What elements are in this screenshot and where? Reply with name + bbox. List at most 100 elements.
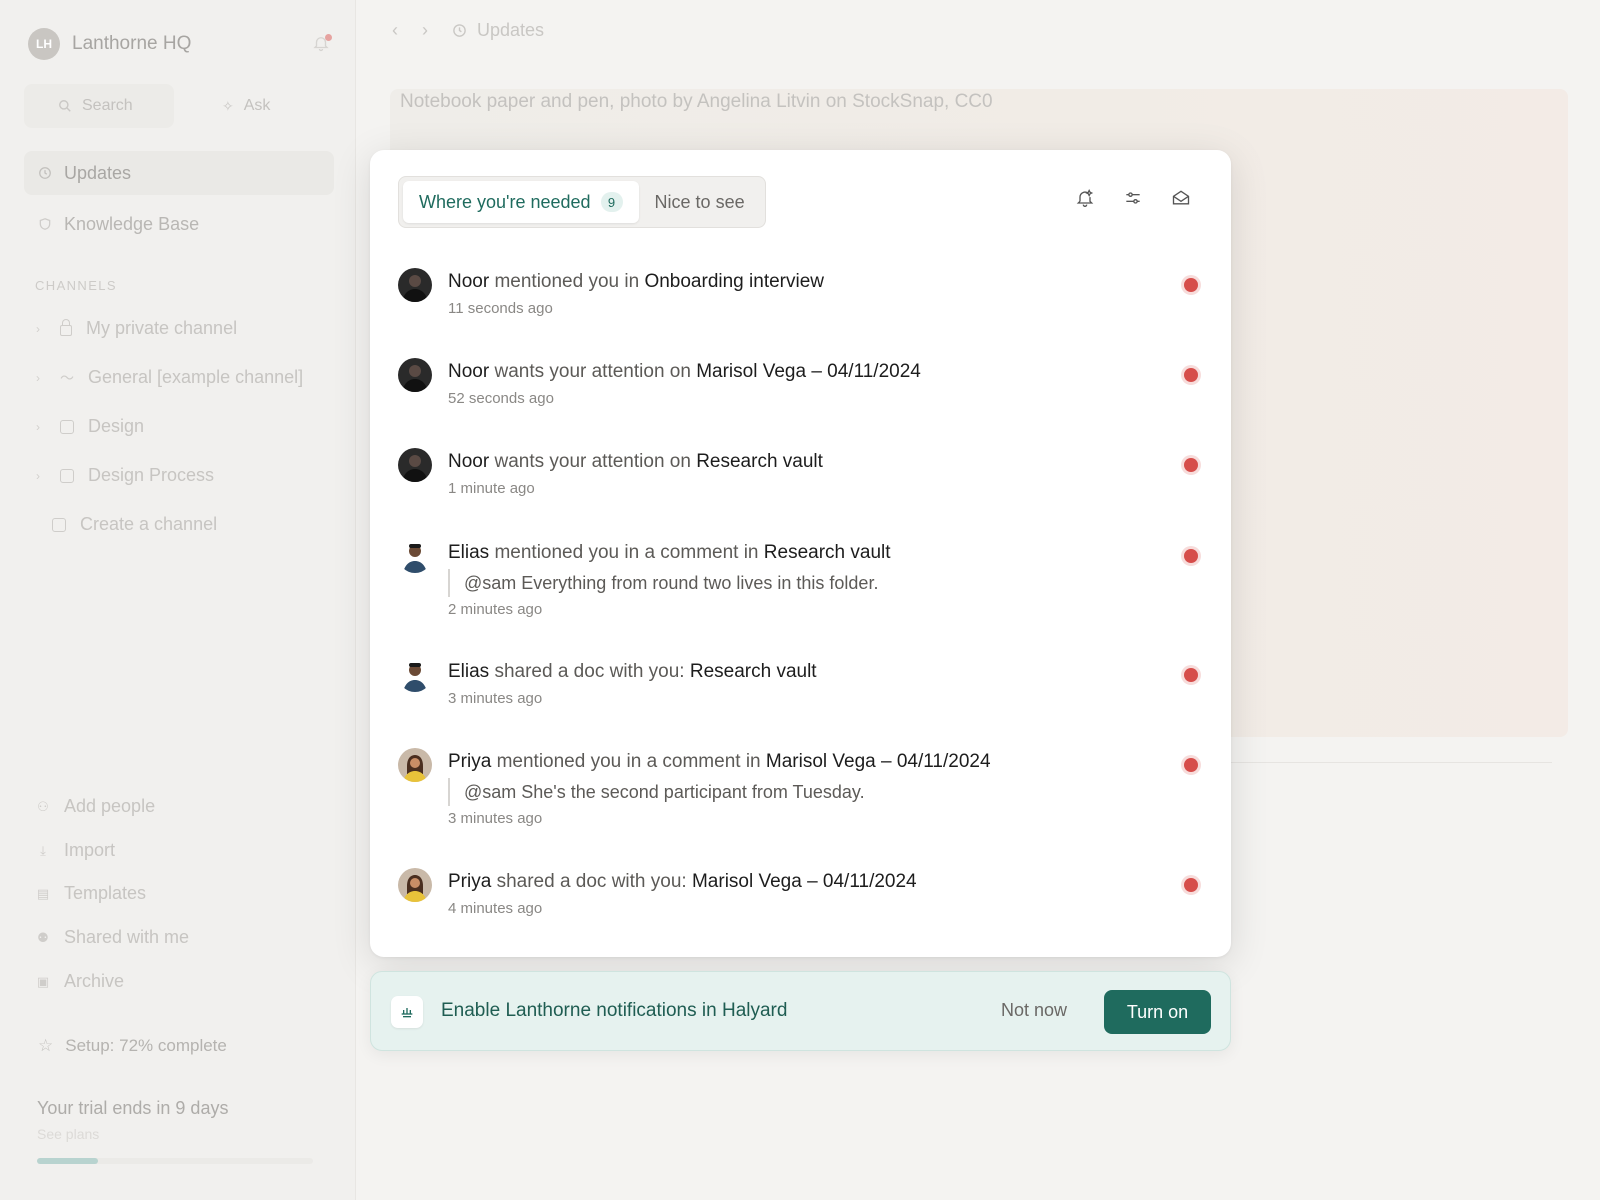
notification-action: mentioned you in — [489, 271, 645, 292]
notification-action: shared a doc with you: — [489, 661, 690, 682]
notifications-popover: Where you're needed 9 Nice to see Noor m… — [370, 150, 1231, 957]
topbar: ‹ › Updates — [392, 20, 544, 41]
download-icon: ⤓ — [40, 842, 46, 858]
workspace-header[interactable]: LH Lanthorne HQ — [28, 28, 332, 60]
notification-time: 4 minutes ago — [448, 900, 543, 917]
archive-button[interactable]: ▣ Archive — [36, 971, 124, 992]
notification-actor[interactable]: Elias — [448, 661, 489, 682]
cover-image-alt: Notebook paper and pen, photo by Angelin… — [400, 91, 993, 112]
add-person-icon: ⚇ — [37, 798, 49, 814]
notification-action: wants your attention on — [489, 361, 697, 382]
breadcrumb-label: Updates — [477, 20, 545, 40]
mark-all-read-envelope-icon[interactable] — [1169, 186, 1193, 210]
unread-dot[interactable] — [1184, 458, 1198, 472]
notification-target-link[interactable]: Research vault — [696, 451, 823, 472]
create-channel-button[interactable]: Create a channel — [52, 514, 217, 535]
notification-target-link[interactable]: Marisol Vega – 04/11/2024 — [696, 361, 921, 382]
sidebar: LH Lanthorne HQ Search ✧ Ask Updates Kno… — [0, 0, 356, 1200]
ask-button[interactable]: ✧ Ask — [188, 84, 328, 128]
not-now-button[interactable]: Not now — [1001, 1000, 1067, 1021]
notification-time: 11 seconds ago — [448, 300, 553, 317]
plus-square-icon — [52, 517, 66, 532]
ask-label: Ask — [243, 97, 271, 114]
chevron-right-icon[interactable]: › — [36, 469, 46, 483]
channel-general[interactable]: › 〜 General [example channel] — [36, 367, 303, 388]
unread-dot[interactable] — [1184, 668, 1198, 682]
forward-icon[interactable]: › — [422, 20, 428, 41]
turn-on-button[interactable]: Turn on — [1104, 990, 1211, 1034]
avatar-elias — [398, 658, 432, 692]
notification-settings-bell-icon[interactable] — [1073, 186, 1097, 210]
sidebar-item-knowledge-base[interactable]: Knowledge Base — [24, 202, 334, 246]
notification-actor[interactable]: Noor — [448, 361, 489, 382]
notification-target-link[interactable]: Marisol Vega – 04/11/2024 — [692, 871, 917, 892]
wave-icon: 〜 — [60, 369, 74, 386]
search-label: Search — [82, 97, 133, 114]
channel-design-process[interactable]: › Design Process — [36, 465, 214, 486]
add-people-button[interactable]: ⚇ Add people — [36, 796, 155, 817]
chevron-right-icon[interactable]: › — [36, 322, 46, 336]
notification-actor[interactable]: Priya — [448, 751, 491, 772]
tab-nice-to-see[interactable]: Nice to see — [639, 181, 761, 223]
avatar-noor — [398, 358, 432, 392]
notification-actor[interactable]: Noor — [448, 271, 489, 292]
notification-target-link[interactable]: Marisol Vega – 04/11/2024 — [766, 751, 991, 772]
shared-with-me-button[interactable]: ⚉ Shared with me — [36, 927, 189, 948]
lock-icon — [60, 319, 72, 336]
enable-notifications-banner: Enable Lanthorne notifications in Halyar… — [370, 971, 1231, 1051]
notification-actor[interactable]: Priya — [448, 871, 491, 892]
channel-label: Design Process — [88, 465, 215, 485]
banner-text: Enable Lanthorne notifications in Halyar… — [441, 1000, 788, 1021]
search-button[interactable]: Search — [24, 84, 174, 128]
unread-dot[interactable] — [1184, 549, 1198, 563]
channel-design[interactable]: › Design — [36, 416, 144, 437]
import-button[interactable]: ⤓ Import — [36, 840, 115, 861]
channel-label: General [example channel] — [88, 367, 304, 387]
tab-label: Nice to see — [654, 191, 745, 212]
bell-icon[interactable] — [312, 34, 332, 54]
unread-dot[interactable] — [1184, 758, 1198, 772]
unread-dot[interactable] — [1184, 278, 1198, 292]
sidebar-item-updates[interactable]: Updates — [24, 151, 334, 195]
trial-title: Your trial ends in 9 days — [37, 1098, 229, 1118]
back-icon[interactable]: ‹ — [392, 20, 398, 41]
people-icon: ⚉ — [37, 929, 49, 945]
templates-button[interactable]: ▤ Templates — [36, 883, 146, 904]
bottom-item-label: Archive — [64, 971, 125, 991]
notification-action: mentioned you in a comment in — [489, 542, 764, 563]
create-channel-label: Create a channel — [80, 514, 218, 534]
unread-dot[interactable] — [1184, 368, 1198, 382]
notification-actor[interactable]: Noor — [448, 451, 489, 472]
tab-where-youre-needed[interactable]: Where you're needed 9 — [403, 181, 639, 223]
bell-unread-dot — [325, 34, 332, 41]
notification-time: 3 minutes ago — [448, 690, 543, 707]
sidebar-item-label: Updates — [64, 162, 132, 183]
channels-heading: CHANNELS — [35, 278, 117, 293]
chevron-right-icon[interactable]: › — [36, 371, 46, 385]
star-icon: ☆ — [38, 1036, 54, 1055]
avatar-priya — [398, 748, 432, 782]
filter-sliders-icon[interactable] — [1121, 186, 1145, 210]
tab-label: Where you're needed — [419, 191, 591, 212]
breadcrumb[interactable]: Updates — [452, 20, 544, 41]
notification-time: 1 minute ago — [448, 480, 535, 497]
see-plans-link[interactable]: See plans — [37, 1126, 99, 1142]
workspace-avatar: LH — [28, 28, 60, 60]
search-icon — [59, 100, 71, 112]
notification-actor[interactable]: Elias — [448, 542, 489, 563]
notification-target-link[interactable]: Research vault — [690, 661, 817, 682]
sidebar-item-label: Knowledge Base — [64, 213, 200, 234]
setup-progress-link[interactable]: ☆ Setup: 72% complete — [38, 1036, 227, 1056]
notification-action: mentioned you in a comment in — [491, 751, 766, 772]
bottom-item-label: Shared with me — [64, 927, 190, 947]
notification-time: 52 seconds ago — [448, 390, 554, 407]
comment-quote: @sam Everything from round two lives in … — [448, 569, 1148, 597]
notification-target-link[interactable]: Research vault — [764, 542, 891, 563]
channel-my-private-channel[interactable]: › My private channel — [36, 318, 237, 339]
unread-dot[interactable] — [1184, 878, 1198, 892]
clock-icon — [453, 24, 466, 37]
notification-target-link[interactable]: Onboarding interview — [644, 271, 824, 292]
notification-tabs: Where you're needed 9 Nice to see — [398, 176, 766, 228]
chevron-right-icon[interactable]: › — [36, 420, 46, 434]
book-icon — [60, 468, 74, 483]
